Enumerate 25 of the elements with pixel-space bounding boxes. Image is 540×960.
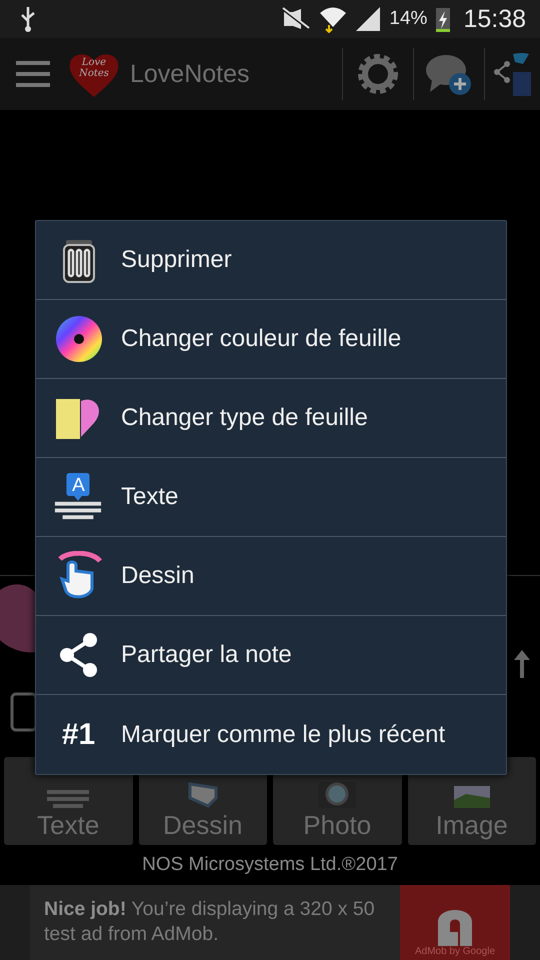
rank-glyph: #1 [62,718,96,752]
battery-percent: 14% [389,8,428,30]
menu-item[interactable]: Supprimer [36,221,506,300]
usb-icon [20,5,36,33]
color-wheel-icon [54,314,104,364]
battery-charging-icon [435,5,452,33]
mute-icon [281,7,312,31]
wifi-icon [319,5,348,33]
copyright-text: NOS Microsystems Ltd.®2017 [141,853,399,877]
menu-item[interactable]: Changer couleur de feuille [36,300,506,379]
menu-item[interactable]: A Texte [36,458,506,537]
signal-icon [355,6,382,32]
menu-item[interactable]: Changer type de feuille [36,379,506,458]
social-share-icon [492,50,532,98]
chat-add-icon [424,52,474,96]
app-title: LoveNotes [130,60,251,88]
menu-item[interactable]: Dessin [36,537,506,616]
menu-icon[interactable] [16,61,50,87]
clock-time: 15:38 [463,4,526,34]
up-arrow-icon [514,650,530,678]
settings-icon [356,52,400,96]
ad-logo: AdMob by Google [400,885,510,960]
landscape-icon [454,786,490,808]
menu-item[interactable]: Partager la note [36,616,506,695]
ad-message: Nice job! You’re displaying a 320 x 50 test ad from AdMob. [30,885,400,960]
